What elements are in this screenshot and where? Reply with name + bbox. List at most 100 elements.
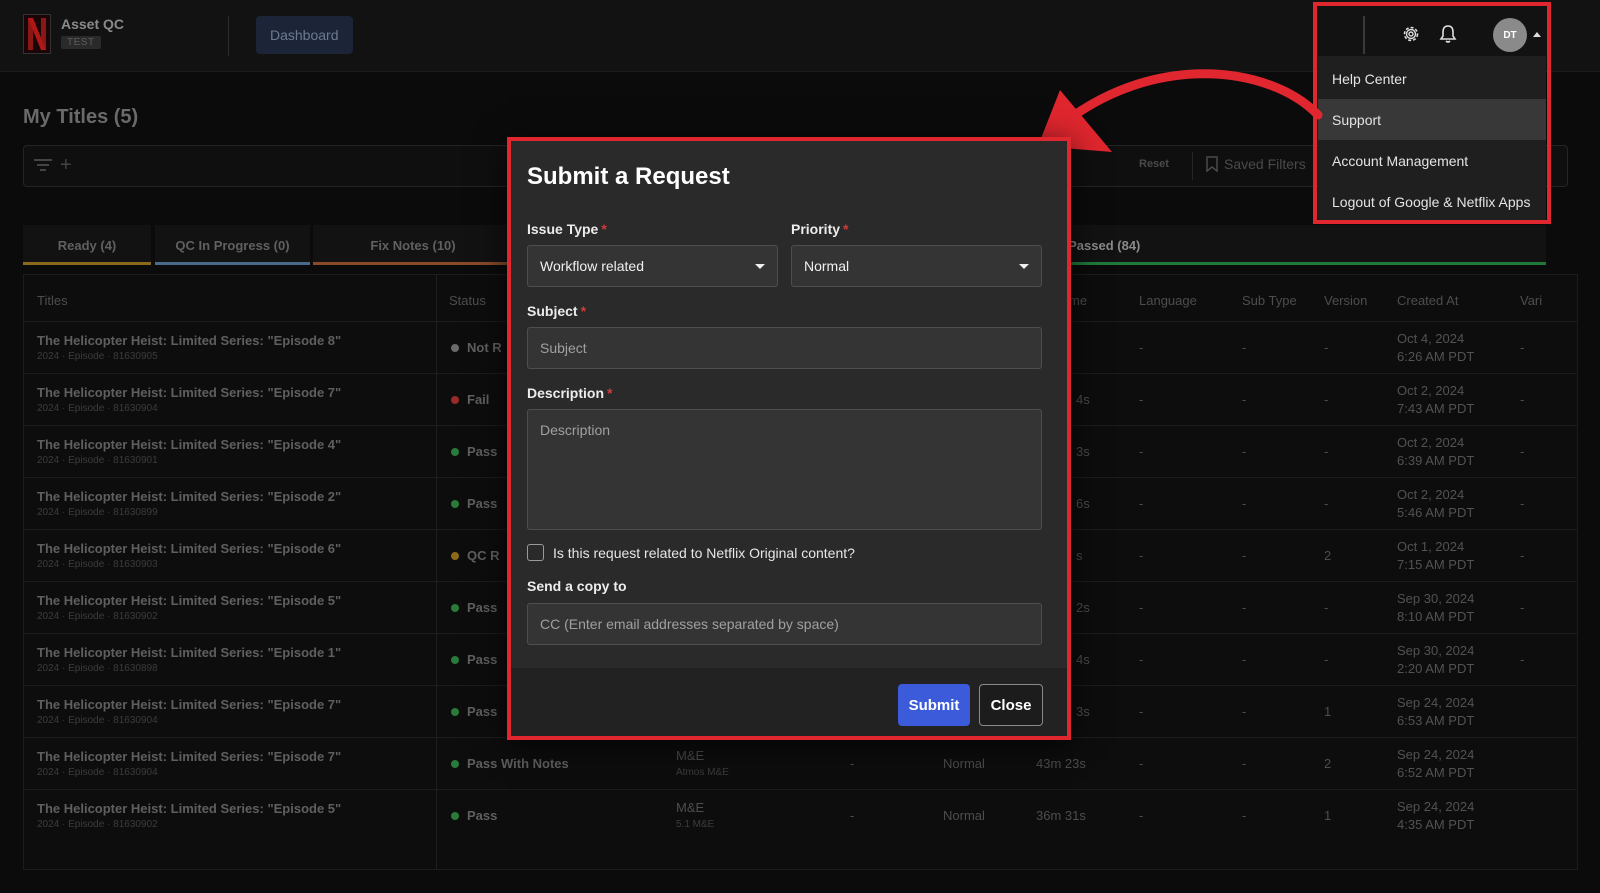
tab-qc-passed[interactable]: QC Passed (84): [1069, 225, 1546, 265]
row-subtitle: 2024 · Episode · 81630901: [37, 455, 158, 466]
row-created-time: 6:53 AM PDT: [1397, 713, 1475, 728]
row-subtitle: 2024 · Episode · 81630898: [37, 663, 158, 674]
row-type: M&E: [676, 748, 705, 763]
row-created-time: 5:46 AM PDT: [1397, 505, 1475, 520]
user-avatar[interactable]: DT: [1493, 18, 1527, 52]
row-status: Not R: [467, 340, 502, 355]
row-duration: 4s: [1076, 652, 1090, 667]
row-sub-type: -: [1242, 704, 1247, 719]
tab-indicator: [23, 262, 151, 265]
row-title[interactable]: The Helicopter Heist: Limited Series: "E…: [37, 593, 341, 608]
row-variant: -: [1520, 392, 1525, 407]
row-language: -: [1139, 548, 1144, 563]
column-header-version[interactable]: Version: [1324, 293, 1367, 308]
table-row[interactable]: The Helicopter Heist: Limited Series: "E…: [24, 737, 1577, 789]
tab-qc-in-progress[interactable]: QC In Progress (0): [155, 225, 310, 265]
row-title[interactable]: The Helicopter Heist: Limited Series: "E…: [37, 333, 341, 348]
row-language: -: [1139, 600, 1144, 615]
row-subtitle: 2024 · Episode · 81630902: [37, 611, 158, 622]
subject-input[interactable]: [527, 327, 1042, 369]
column-header-language[interactable]: Language: [1139, 293, 1197, 308]
row-status: Pass: [467, 496, 498, 511]
description-label-text: Description: [527, 385, 605, 401]
status-dot: [451, 396, 459, 404]
priority-label: Priority *: [791, 221, 848, 237]
row-variant: -: [1520, 652, 1525, 667]
row-created-date: Sep 24, 2024: [1397, 799, 1475, 814]
row-sub-type: -: [1242, 496, 1247, 511]
row-title[interactable]: The Helicopter Heist: Limited Series: "E…: [37, 489, 341, 504]
cc-label: Send a copy to: [527, 578, 627, 594]
saved-filters-divider: [1192, 152, 1193, 180]
row-version: 2: [1324, 548, 1332, 563]
row-priority: Normal: [943, 756, 985, 771]
column-header-status[interactable]: Status: [449, 293, 486, 308]
menu-item-help-center[interactable]: Help Center: [1318, 58, 1546, 99]
row-created-date: Oct 2, 2024: [1397, 487, 1465, 502]
add-filter-icon[interactable]: +: [60, 154, 72, 177]
cc-email-input[interactable]: [527, 603, 1042, 645]
row-title[interactable]: The Helicopter Heist: Limited Series: "E…: [37, 437, 341, 452]
status-dot: [451, 656, 459, 664]
row-created-time: 8:10 AM PDT: [1397, 609, 1475, 624]
row-type-sub: Atmos M&E: [676, 767, 729, 778]
row-title[interactable]: The Helicopter Heist: Limited Series: "E…: [37, 645, 341, 660]
menu-item-logout[interactable]: Logout of Google & Netflix Apps: [1318, 181, 1546, 222]
issue-type-label-text: Issue Type: [527, 221, 599, 237]
row-title[interactable]: The Helicopter Heist: Limited Series: "E…: [37, 385, 341, 400]
row-title[interactable]: The Helicopter Heist: Limited Series: "E…: [37, 801, 341, 816]
close-button[interactable]: Close: [979, 684, 1043, 726]
saved-filters-button[interactable]: Saved Filters: [1206, 156, 1306, 172]
row-title[interactable]: The Helicopter Heist: Limited Series: "E…: [37, 749, 341, 764]
row-type: M&E: [676, 800, 705, 815]
menu-item-support[interactable]: Support: [1318, 99, 1546, 140]
row-title[interactable]: The Helicopter Heist: Limited Series: "E…: [37, 541, 341, 556]
issue-type-select[interactable]: Workflow related: [527, 245, 778, 287]
status-dot: [451, 812, 459, 820]
netflix-logo[interactable]: [23, 14, 51, 54]
row-duration: 2s: [1076, 600, 1090, 615]
reset-filters-button[interactable]: Reset: [1139, 158, 1169, 170]
header-actions: DT: [1318, 4, 1546, 56]
caret-up-icon[interactable]: [1533, 32, 1541, 37]
required-asterisk: *: [607, 385, 613, 401]
column-header-time[interactable]: me: [1069, 293, 1087, 308]
required-asterisk: *: [580, 303, 587, 319]
column-header-titles[interactable]: Titles: [37, 293, 68, 308]
row-language: -: [1139, 756, 1144, 771]
status-dot: [451, 604, 459, 612]
row-sub-type: -: [1242, 548, 1247, 563]
tab-label: Ready (4): [57, 237, 117, 253]
column-header-created-at[interactable]: Created At: [1397, 293, 1458, 308]
tab-ready[interactable]: Ready (4): [23, 225, 151, 265]
row-language: -: [1139, 808, 1144, 823]
row-version: 1: [1324, 808, 1332, 823]
bell-icon[interactable]: [1439, 24, 1457, 44]
row-language: -: [1139, 704, 1144, 719]
tab-label: Fix Notes (10): [370, 237, 456, 253]
row-title[interactable]: The Helicopter Heist: Limited Series: "E…: [37, 697, 341, 712]
column-header-sub-type[interactable]: Sub Type: [1242, 293, 1297, 308]
original-content-checkbox[interactable]: [527, 544, 544, 561]
status-dot: [451, 760, 459, 768]
submit-request-modal: Submit a Request Issue Type * Workflow re…: [507, 137, 1071, 740]
tab-fix-notes[interactable]: Fix Notes (10): [313, 225, 513, 265]
subject-label: Subject *: [527, 303, 586, 319]
filter-icon[interactable]: [34, 158, 52, 172]
row-language: -: [1139, 444, 1144, 459]
dashboard-nav-button[interactable]: Dashboard: [256, 16, 353, 54]
row-created-time: 7:43 AM PDT: [1397, 401, 1475, 416]
row-language: -: [1139, 392, 1144, 407]
menu-item-account-management[interactable]: Account Management: [1318, 140, 1546, 181]
table-row[interactable]: The Helicopter Heist: Limited Series: "E…: [24, 789, 1577, 841]
row-status: Pass: [467, 652, 498, 667]
gear-icon[interactable]: [1401, 24, 1421, 44]
submit-button[interactable]: Submit: [898, 684, 970, 726]
row-subtitle: 2024 · Episode · 81630904: [37, 767, 158, 778]
tab-indicator: [155, 262, 310, 265]
column-header-variant[interactable]: Vari: [1520, 293, 1542, 308]
modal-title: Submit a Request: [527, 163, 730, 190]
original-content-checkbox-label[interactable]: Is this request related to Netflix Origi…: [553, 545, 855, 561]
priority-select[interactable]: Normal: [791, 245, 1042, 287]
description-textarea[interactable]: [527, 409, 1042, 530]
